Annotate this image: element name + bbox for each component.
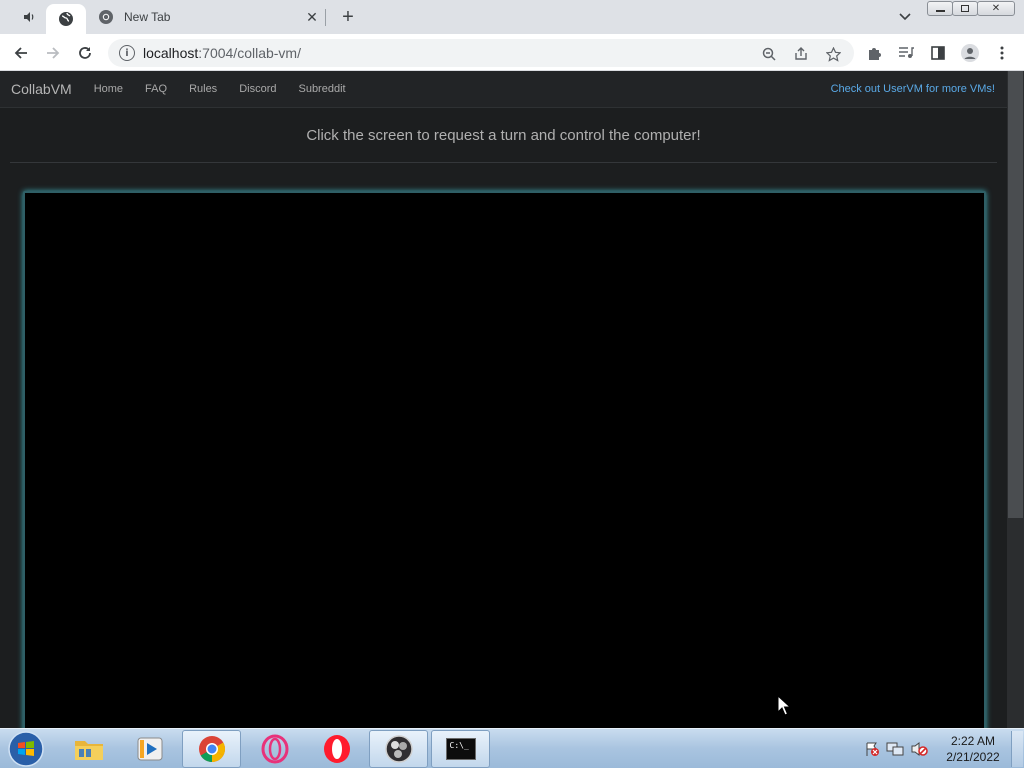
reload-icon bbox=[79, 47, 91, 59]
notification-area bbox=[864, 738, 934, 760]
side-panel-button[interactable] bbox=[925, 40, 951, 66]
taskbar-opera[interactable] bbox=[307, 730, 366, 768]
uservm-promo-link[interactable]: Check out UserVM for more VMs! bbox=[831, 83, 995, 95]
start-button[interactable] bbox=[6, 730, 46, 768]
show-desktop-button[interactable] bbox=[1011, 731, 1023, 767]
puzzle-icon bbox=[868, 47, 881, 60]
collabvm-page: CollabVM Home FAQ Rules Discord Subreddi… bbox=[0, 71, 1007, 728]
share-icon[interactable] bbox=[792, 45, 810, 63]
taskbar-obs[interactable] bbox=[369, 730, 428, 768]
zoom-icon[interactable] bbox=[760, 45, 778, 63]
nav-home[interactable]: Home bbox=[94, 83, 123, 95]
browser-toolbar: i localhost:7004/collab-vm/ bbox=[0, 34, 1024, 71]
mouse-pointer-icon bbox=[777, 695, 791, 716]
site-brand[interactable]: CollabVM bbox=[11, 81, 72, 97]
taskbar-explorer[interactable] bbox=[59, 730, 118, 768]
back-button[interactable] bbox=[8, 40, 34, 66]
kebab-menu-icon bbox=[1000, 46, 1004, 60]
speaker-icon bbox=[24, 12, 34, 22]
cmd-icon: C:\_ bbox=[445, 738, 476, 760]
nav-faq[interactable]: FAQ bbox=[145, 83, 167, 95]
nav-discord[interactable]: Discord bbox=[239, 83, 276, 95]
windows-taskbar: C:\_ 2:22 AM 2/21/2022 bbox=[0, 728, 1024, 768]
taskbar-media-player[interactable] bbox=[120, 730, 179, 768]
back-arrow-icon bbox=[14, 47, 27, 59]
address-bar[interactable]: i localhost:7004/collab-vm/ bbox=[108, 39, 854, 67]
restore-button[interactable] bbox=[952, 1, 978, 16]
clock-time: 2:22 AM bbox=[950, 734, 996, 748]
close-icon[interactable]: ✕ bbox=[304, 9, 320, 25]
nav-subreddit[interactable]: Subreddit bbox=[298, 83, 345, 95]
taskbar-command-prompt[interactable]: C:\_ bbox=[431, 730, 490, 768]
action-center-flag-icon[interactable] bbox=[864, 741, 880, 757]
restore-icon bbox=[961, 5, 969, 12]
close-icon: ✕ bbox=[991, 3, 1001, 14]
bookmark-star-icon[interactable] bbox=[824, 45, 842, 63]
vm-screen[interactable] bbox=[23, 191, 986, 728]
media-queue-icon bbox=[899, 47, 914, 58]
clock-date: 2/21/2022 bbox=[946, 750, 1000, 764]
windows-orb-icon bbox=[8, 731, 44, 767]
taskbar-opera-gx[interactable] bbox=[245, 730, 304, 768]
avatar-icon bbox=[961, 44, 979, 62]
forward-button[interactable] bbox=[40, 40, 66, 66]
site-info-icon[interactable]: i bbox=[119, 45, 135, 61]
volume-muted-icon[interactable] bbox=[910, 741, 928, 757]
network-icon[interactable] bbox=[886, 741, 904, 757]
tab-separator bbox=[325, 9, 326, 26]
chrome-icon bbox=[198, 736, 225, 763]
tab-collabvm[interactable] bbox=[46, 4, 86, 34]
minimize-button[interactable] bbox=[927, 1, 953, 16]
profile-button[interactable] bbox=[957, 40, 983, 66]
tab-strip: New Tab ✕ + ✕ bbox=[0, 0, 1024, 34]
globe-icon bbox=[59, 12, 73, 26]
minimize-icon bbox=[935, 10, 945, 12]
obs-icon bbox=[384, 735, 413, 763]
reload-button[interactable] bbox=[72, 40, 98, 66]
system-clock[interactable]: 2:22 AM 2/21/2022 bbox=[940, 733, 1006, 765]
chevron-down-icon[interactable] bbox=[895, 8, 915, 26]
forward-arrow-icon bbox=[47, 47, 60, 59]
turn-request-prompt: Click the screen to request a turn and c… bbox=[10, 108, 997, 163]
menu-button[interactable] bbox=[989, 40, 1015, 66]
chrome-icon bbox=[99, 10, 113, 24]
window-close-button[interactable]: ✕ bbox=[977, 1, 1015, 16]
extensions-button[interactable] bbox=[861, 40, 887, 66]
tab-new-tab[interactable]: New Tab ✕ bbox=[90, 0, 326, 34]
opera-icon bbox=[323, 735, 350, 763]
opera-gx-icon bbox=[261, 734, 288, 764]
url-text: localhost:7004/collab-vm/ bbox=[143, 45, 301, 61]
media-player-icon bbox=[137, 737, 162, 761]
side-panel-icon bbox=[931, 46, 945, 60]
cmd-prompt-text: C:\_ bbox=[449, 741, 469, 750]
tab-audio-playing[interactable] bbox=[14, 6, 44, 28]
new-tab-button[interactable]: + bbox=[336, 5, 360, 29]
nav-rules[interactable]: Rules bbox=[189, 83, 217, 95]
scrollbar-thumb[interactable] bbox=[1008, 71, 1023, 518]
tab-title: New Tab bbox=[124, 10, 171, 24]
folder-icon bbox=[74, 741, 103, 760]
media-control-button[interactable] bbox=[893, 40, 919, 66]
site-navbar: CollabVM Home FAQ Rules Discord Subreddi… bbox=[0, 71, 1007, 108]
taskbar-chrome[interactable] bbox=[182, 730, 241, 768]
